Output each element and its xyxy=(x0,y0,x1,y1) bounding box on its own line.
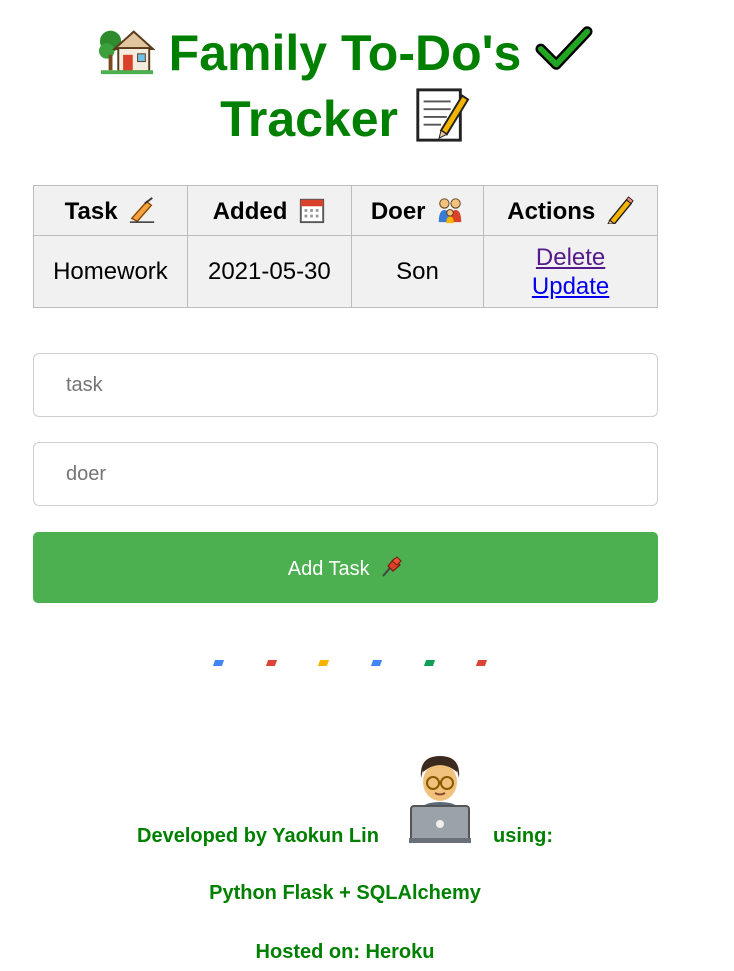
hosting-text: Hosted on: Heroku xyxy=(255,941,435,963)
calendar-icon xyxy=(298,196,326,224)
tech-stack-text: Python Flask + SQLAlchemy xyxy=(209,882,481,904)
loader-dot xyxy=(475,660,488,666)
loader-dot xyxy=(317,660,330,666)
task-input[interactable] xyxy=(33,353,658,417)
loader-dot xyxy=(423,660,436,666)
add-task-button-label: Add Task xyxy=(287,557,370,580)
delete-link[interactable]: Delete xyxy=(488,243,653,272)
column-header-task-label: Task xyxy=(64,197,118,225)
update-link[interactable]: Update xyxy=(488,272,653,301)
loader-dot xyxy=(212,660,225,666)
column-header-doer-label: Doer xyxy=(370,197,426,225)
doer-cell: Son xyxy=(350,235,485,308)
added-date-cell: 2021-05-30 xyxy=(186,235,352,308)
todo-table: Task Added Doer Actions Homework 2021-05… xyxy=(33,185,658,308)
memo-icon xyxy=(412,86,470,144)
column-header-doer: Doer xyxy=(350,185,485,236)
column-header-added-label: Added xyxy=(212,197,288,225)
check-mark-icon xyxy=(535,20,593,78)
column-header-task: Task xyxy=(33,185,188,236)
column-header-actions: Actions xyxy=(483,185,658,236)
doer-input[interactable] xyxy=(33,442,658,506)
family-icon xyxy=(436,196,464,224)
using-text: using: xyxy=(493,825,553,847)
loader-dot xyxy=(265,660,278,666)
task-cell: Homework xyxy=(33,235,188,308)
title-line-1: Family To-Do's xyxy=(168,25,522,81)
table-row: Homework 2021-05-30 Son Delete Update xyxy=(33,235,658,308)
developed-by-text: Developed by Yaokun Lin xyxy=(137,825,379,847)
table-header-row: Task Added Doer Actions xyxy=(33,185,658,236)
pencil-icon xyxy=(606,195,634,225)
loader-dot xyxy=(370,660,383,666)
writing-hand-icon xyxy=(128,196,156,224)
page-title: Family To-Do's Tracker xyxy=(0,20,690,152)
house-with-garden-icon xyxy=(97,20,156,78)
add-task-button[interactable]: Add Task xyxy=(33,532,658,603)
actions-cell: Delete Update xyxy=(483,235,658,308)
title-line-2: Tracker xyxy=(220,91,399,147)
developer-credit: Developed by Yaokun Lin using: xyxy=(0,752,690,847)
pushpin-icon xyxy=(379,555,403,579)
column-header-added: Added xyxy=(186,185,352,236)
technologist-icon xyxy=(407,752,473,844)
loading-indicator xyxy=(0,660,690,670)
column-header-actions-label: Actions xyxy=(507,197,596,225)
